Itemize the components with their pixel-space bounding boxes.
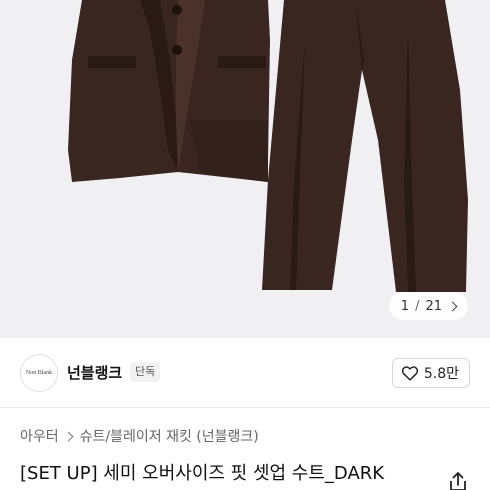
exclusive-badge: 단독 [130, 362, 161, 382]
image-counter-current: 1 [400, 298, 410, 314]
brand-logo[interactable]: Non Blank [20, 354, 58, 392]
breadcrumb-item-outer[interactable]: 아우터 [20, 426, 59, 446]
like-button[interactable]: 5.8만 [391, 358, 470, 388]
image-counter-total: 21 [425, 298, 442, 314]
brand-logo-text: Non Blank [25, 370, 53, 376]
heart-icon [401, 366, 418, 381]
chevron-right-icon [447, 301, 458, 311]
jacket-image [68, 0, 270, 182]
product-image [68, 0, 468, 292]
brand-row: Non Blank 넌블랭크 단독 5.8만 [0, 338, 490, 408]
brand-name[interactable]: 넌블랭크 [67, 362, 122, 383]
product-detail-page: 1 / 21 Non Blank 넌블랭크 단독 5.8만 아우터 슈트/블레이… [0, 0, 490, 490]
product-image-carousel[interactable]: 1 / 21 [0, 0, 490, 338]
image-counter[interactable]: 1 / 21 [388, 292, 468, 320]
breadcrumb-item-suit-blazer[interactable]: 슈트/블레이저 재킷 (넌블랭크) [80, 426, 259, 446]
image-counter-separator: / [415, 298, 420, 314]
breadcrumb: 아우터 슈트/블레이저 재킷 (넌블랭크) [20, 426, 259, 446]
chevron-right-icon [63, 431, 74, 441]
product-title: [SET UP] 세미 오버사이즈 핏 셋업 수트_DARK [20, 463, 385, 484]
like-count: 5.8만 [423, 366, 459, 382]
share-icon[interactable] [446, 470, 470, 490]
trousers-image [262, 0, 468, 292]
